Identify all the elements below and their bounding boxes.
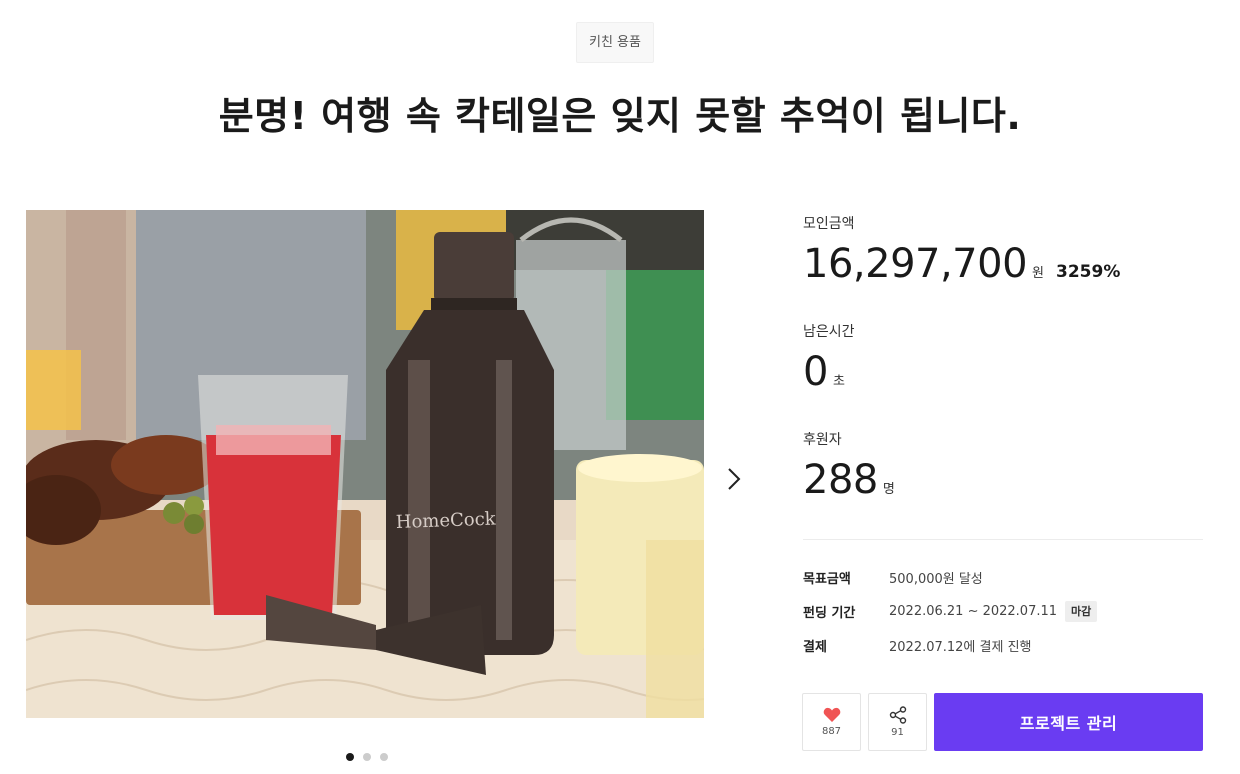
remaining-label: 남은시간	[803, 324, 855, 340]
divider	[803, 539, 1203, 540]
period-key: 펀딩 기간	[803, 605, 856, 621]
share-icon	[889, 706, 906, 724]
payment-value: 2022.07.12에 결제 진행	[889, 639, 1032, 655]
action-bar: 887 91 프로젝트 관리	[802, 693, 1203, 751]
backers-label: 후원자	[803, 432, 842, 448]
goal-value: 500,000원 달성	[889, 571, 983, 587]
backers-unit: 명	[882, 482, 895, 497]
like-count: 887	[821, 726, 842, 737]
slide-indicator	[346, 753, 388, 761]
raised-unit: 원	[1032, 266, 1044, 281]
project-page: 키친 용품 분명! 여행 속 칵테일은 잊지 못할 추억이 됩니다. HomeC…	[0, 0, 1240, 774]
share-count: 91	[891, 727, 904, 738]
manage-project-button[interactable]: 프로젝트 관리	[934, 693, 1203, 751]
period-value: 2022.06.21 ~ 2022.07.11	[889, 603, 1058, 619]
brand-engraving: HomeCock	[395, 508, 497, 533]
backers-value: 288	[803, 457, 878, 503]
achievement-percent: 3259%	[1056, 262, 1121, 282]
hero-image: HomeCock	[26, 210, 704, 718]
goal-row: 목표금액 500,000원 달성	[803, 560, 1203, 594]
goal-key: 목표금액	[803, 571, 851, 587]
funding-info: 목표금액 500,000원 달성 펀딩 기간 2022.06.21 ~ 2022…	[803, 560, 1203, 662]
remaining-value: 0	[803, 349, 828, 395]
share-button[interactable]: 91	[868, 693, 927, 751]
remaining-unit: 초	[832, 374, 845, 389]
slide-dot[interactable]	[346, 753, 354, 761]
raised-value: 16,297,700	[803, 241, 1028, 287]
raised-amount-block: 모인금액 16,297,700 원 3259%	[803, 210, 1203, 318]
remaining-time-block: 남은시간 0 초	[803, 318, 1203, 426]
heart-icon	[823, 707, 840, 722]
backers-block: 후원자 288 명	[803, 426, 1203, 534]
closed-badge: 마감	[1065, 600, 1098, 622]
funding-stats: 모인금액 16,297,700 원 3259% 남은시간 0 초 후원자 288…	[803, 210, 1203, 534]
period-row: 펀딩 기간 2022.06.21 ~ 2022.07.11 마감	[803, 594, 1203, 628]
project-title: 분명! 여행 속 칵테일은 잊지 못할 추억이 됩니다.	[218, 94, 1022, 138]
like-button[interactable]: 887	[802, 693, 861, 751]
slide-dot[interactable]	[380, 753, 388, 761]
category-chip[interactable]: 키친 용품	[576, 22, 654, 63]
raised-label: 모인금액	[803, 216, 855, 232]
payment-row: 결제 2022.07.12에 결제 진행	[803, 628, 1203, 662]
next-slide-button[interactable]	[720, 462, 748, 496]
slide-dot[interactable]	[363, 753, 371, 761]
chevron-right-icon	[728, 468, 741, 490]
payment-key: 결제	[803, 639, 827, 655]
